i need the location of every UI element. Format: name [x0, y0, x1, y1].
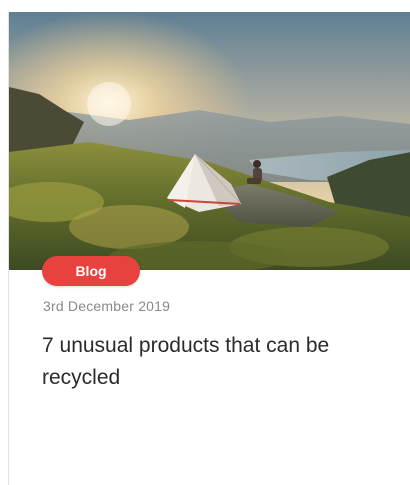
post-date: 3rd December 2019 [43, 298, 171, 314]
hero-photo [9, 12, 410, 270]
post-title[interactable]: 7 unusual products that can be recycled [42, 330, 382, 394]
blog-post-card[interactable]: Blog 3rd December 2019 7 unusual product… [8, 12, 410, 485]
post-hero-image[interactable] [9, 12, 410, 270]
category-badge[interactable]: Blog [42, 256, 140, 286]
